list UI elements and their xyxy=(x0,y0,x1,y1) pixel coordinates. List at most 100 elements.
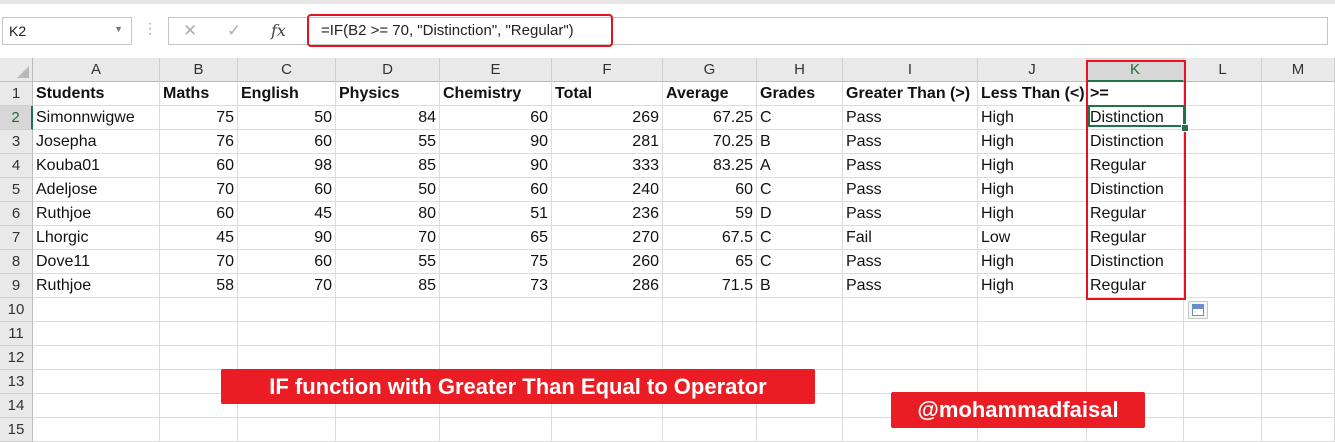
cell-g5[interactable]: 60 xyxy=(663,178,757,202)
cell-m9[interactable] xyxy=(1262,274,1335,298)
cell-j1[interactable]: Less Than (<) xyxy=(978,82,1087,106)
cell-g9[interactable]: 71.5 xyxy=(663,274,757,298)
cell-a5[interactable]: Adeljose xyxy=(33,178,160,202)
row-header-14[interactable]: 14 xyxy=(0,394,33,418)
cell-e6[interactable]: 51 xyxy=(440,202,552,226)
cell-k12[interactable] xyxy=(1087,346,1184,370)
cell-h11[interactable] xyxy=(757,322,843,346)
column-header-f[interactable]: F xyxy=(552,58,663,82)
cell-f3[interactable]: 281 xyxy=(552,130,663,154)
row-header-8[interactable]: 8 xyxy=(0,250,33,274)
row-header-9[interactable]: 9 xyxy=(0,274,33,298)
cell-a14[interactable] xyxy=(33,394,160,418)
cell-h2[interactable]: C xyxy=(757,106,843,130)
column-header-m[interactable]: M xyxy=(1262,58,1335,82)
cell-i5[interactable]: Pass xyxy=(843,178,978,202)
cell-d8[interactable]: 55 xyxy=(336,250,440,274)
cell-i7[interactable]: Fail xyxy=(843,226,978,250)
cell-a1[interactable]: Students xyxy=(33,82,160,106)
cell-k4[interactable]: Regular xyxy=(1087,154,1184,178)
cell-e2[interactable]: 60 xyxy=(440,106,552,130)
cell-j10[interactable] xyxy=(978,298,1087,322)
cell-l11[interactable] xyxy=(1184,322,1262,346)
cell-h10[interactable] xyxy=(757,298,843,322)
cell-a11[interactable] xyxy=(33,322,160,346)
cell-b2[interactable]: 75 xyxy=(160,106,238,130)
cell-d11[interactable] xyxy=(336,322,440,346)
cell-g1[interactable]: Average xyxy=(663,82,757,106)
cell-i12[interactable] xyxy=(843,346,978,370)
cell-e12[interactable] xyxy=(440,346,552,370)
cell-j2[interactable]: High xyxy=(978,106,1087,130)
cell-k13[interactable] xyxy=(1087,370,1184,394)
fx-icon[interactable]: fx xyxy=(271,21,286,40)
cell-c6[interactable]: 45 xyxy=(238,202,336,226)
cell-l4[interactable] xyxy=(1184,154,1262,178)
cell-k7[interactable]: Regular xyxy=(1087,226,1184,250)
cell-d4[interactable]: 85 xyxy=(336,154,440,178)
cell-g11[interactable] xyxy=(663,322,757,346)
cell-c10[interactable] xyxy=(238,298,336,322)
cell-l15[interactable] xyxy=(1184,418,1262,442)
cell-l12[interactable] xyxy=(1184,346,1262,370)
cell-g2[interactable]: 67.25 xyxy=(663,106,757,130)
cell-f9[interactable]: 286 xyxy=(552,274,663,298)
cell-j4[interactable]: High xyxy=(978,154,1087,178)
column-header-i[interactable]: I xyxy=(843,58,978,82)
row-header-15[interactable]: 15 xyxy=(0,418,33,442)
cell-f15[interactable] xyxy=(552,418,663,442)
cell-a2[interactable]: Simonnwigwe xyxy=(33,106,160,130)
cell-i8[interactable]: Pass xyxy=(843,250,978,274)
cell-f5[interactable]: 240 xyxy=(552,178,663,202)
cell-a7[interactable]: Lhorgic xyxy=(33,226,160,250)
cell-j5[interactable]: High xyxy=(978,178,1087,202)
cell-a6[interactable]: Ruthjoe xyxy=(33,202,160,226)
cell-b5[interactable]: 70 xyxy=(160,178,238,202)
cell-f8[interactable]: 260 xyxy=(552,250,663,274)
cell-k10[interactable] xyxy=(1087,298,1184,322)
cell-j12[interactable] xyxy=(978,346,1087,370)
column-header-l[interactable]: L xyxy=(1184,58,1262,82)
cell-g12[interactable] xyxy=(663,346,757,370)
formula-text[interactable]: =IF(B2 >= 70, "Distinction", "Regular") xyxy=(321,22,574,39)
cell-f2[interactable]: 269 xyxy=(552,106,663,130)
cell-d15[interactable] xyxy=(336,418,440,442)
cell-h1[interactable]: Grades xyxy=(757,82,843,106)
row-header-12[interactable]: 12 xyxy=(0,346,33,370)
cell-g10[interactable] xyxy=(663,298,757,322)
cell-k5[interactable]: Distinction xyxy=(1087,178,1184,202)
cell-e3[interactable]: 90 xyxy=(440,130,552,154)
cell-b7[interactable]: 45 xyxy=(160,226,238,250)
cell-b9[interactable]: 58 xyxy=(160,274,238,298)
quick-analysis-button[interactable] xyxy=(1188,301,1208,319)
cell-c2[interactable]: 50 xyxy=(238,106,336,130)
column-header-k[interactable]: K xyxy=(1087,58,1184,82)
cell-g8[interactable]: 65 xyxy=(663,250,757,274)
cell-e9[interactable]: 73 xyxy=(440,274,552,298)
cell-j3[interactable]: High xyxy=(978,130,1087,154)
cell-i11[interactable] xyxy=(843,322,978,346)
cell-b6[interactable]: 60 xyxy=(160,202,238,226)
cell-k1[interactable]: >= xyxy=(1087,82,1184,106)
cell-a12[interactable] xyxy=(33,346,160,370)
cell-c4[interactable]: 98 xyxy=(238,154,336,178)
cell-i2[interactable]: Pass xyxy=(843,106,978,130)
column-header-g[interactable]: G xyxy=(663,58,757,82)
cell-m12[interactable] xyxy=(1262,346,1335,370)
cell-l2[interactable] xyxy=(1184,106,1262,130)
cell-f1[interactable]: Total xyxy=(552,82,663,106)
column-header-c[interactable]: C xyxy=(238,58,336,82)
cell-i10[interactable] xyxy=(843,298,978,322)
cell-j13[interactable] xyxy=(978,370,1087,394)
cell-f4[interactable]: 333 xyxy=(552,154,663,178)
cell-a9[interactable]: Ruthjoe xyxy=(33,274,160,298)
cell-d7[interactable]: 70 xyxy=(336,226,440,250)
cell-h5[interactable]: C xyxy=(757,178,843,202)
cell-l7[interactable] xyxy=(1184,226,1262,250)
cell-m1[interactable] xyxy=(1262,82,1335,106)
cell-a4[interactable]: Kouba01 xyxy=(33,154,160,178)
cell-k2[interactable]: Distinction xyxy=(1087,106,1184,130)
cell-e1[interactable]: Chemistry xyxy=(440,82,552,106)
cell-k3[interactable]: Distinction xyxy=(1087,130,1184,154)
cell-c9[interactable]: 70 xyxy=(238,274,336,298)
